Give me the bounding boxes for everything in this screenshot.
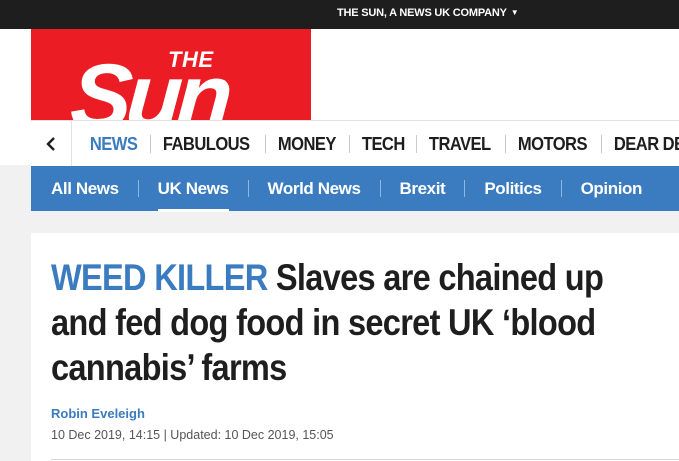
author-link[interactable]: Robin Eveleigh xyxy=(51,406,145,421)
top-bar: THE SUN, A NEWS UK COMPANY ▼ xyxy=(0,0,679,29)
company-label: THE SUN, A NEWS UK COMPANY xyxy=(337,7,507,19)
nav-item-news[interactable]: NEWS xyxy=(77,135,149,153)
subnav-item-politics[interactable]: Politics xyxy=(464,180,560,197)
nav-item-travel[interactable]: TRAVEL xyxy=(416,135,503,153)
nav-item-tech[interactable]: TECH xyxy=(348,135,417,153)
nav-item-dear-deidre[interactable]: DEAR DE xyxy=(600,135,679,153)
headline-kicker: WEED KILLER xyxy=(51,257,268,298)
article-headline: WEED KILLER Slaves are chained up and fe… xyxy=(51,255,614,390)
nav-item-fabulous[interactable]: FABULOUS xyxy=(149,135,262,153)
subnav-item-brexit[interactable]: Brexit xyxy=(379,180,465,197)
main-nav: NEWS FABULOUS MONEY TECH TRAVEL MOTORS D… xyxy=(31,120,679,167)
company-menu[interactable]: THE SUN, A NEWS UK COMPANY ▼ xyxy=(337,7,519,19)
chevron-left-icon xyxy=(46,137,55,151)
divider xyxy=(51,459,679,460)
subnav-item-opinion[interactable]: Opinion xyxy=(560,180,661,197)
chevron-down-icon: ▼ xyxy=(510,8,519,17)
main-nav-list: NEWS FABULOUS MONEY TECH TRAVEL MOTORS D… xyxy=(77,121,679,167)
subnav-item-uk-news[interactable]: UK News xyxy=(137,180,248,212)
nav-item-money[interactable]: MONEY xyxy=(264,135,348,153)
article-dateline: 10 Dec 2019, 14:15 | Updated: 10 Dec 201… xyxy=(51,428,334,442)
nav-back-button[interactable] xyxy=(31,121,72,167)
nav-item-motors[interactable]: MOTORS xyxy=(504,135,599,153)
article-header: WEED KILLER Slaves are chained up and fe… xyxy=(31,233,679,461)
sub-nav-list: All News UK News World News Brexit Polit… xyxy=(31,166,661,212)
subnav-item-all-news[interactable]: All News xyxy=(31,180,138,197)
subnav-item-world-news[interactable]: World News xyxy=(247,180,380,197)
sub-nav: All News UK News World News Brexit Polit… xyxy=(31,166,679,212)
